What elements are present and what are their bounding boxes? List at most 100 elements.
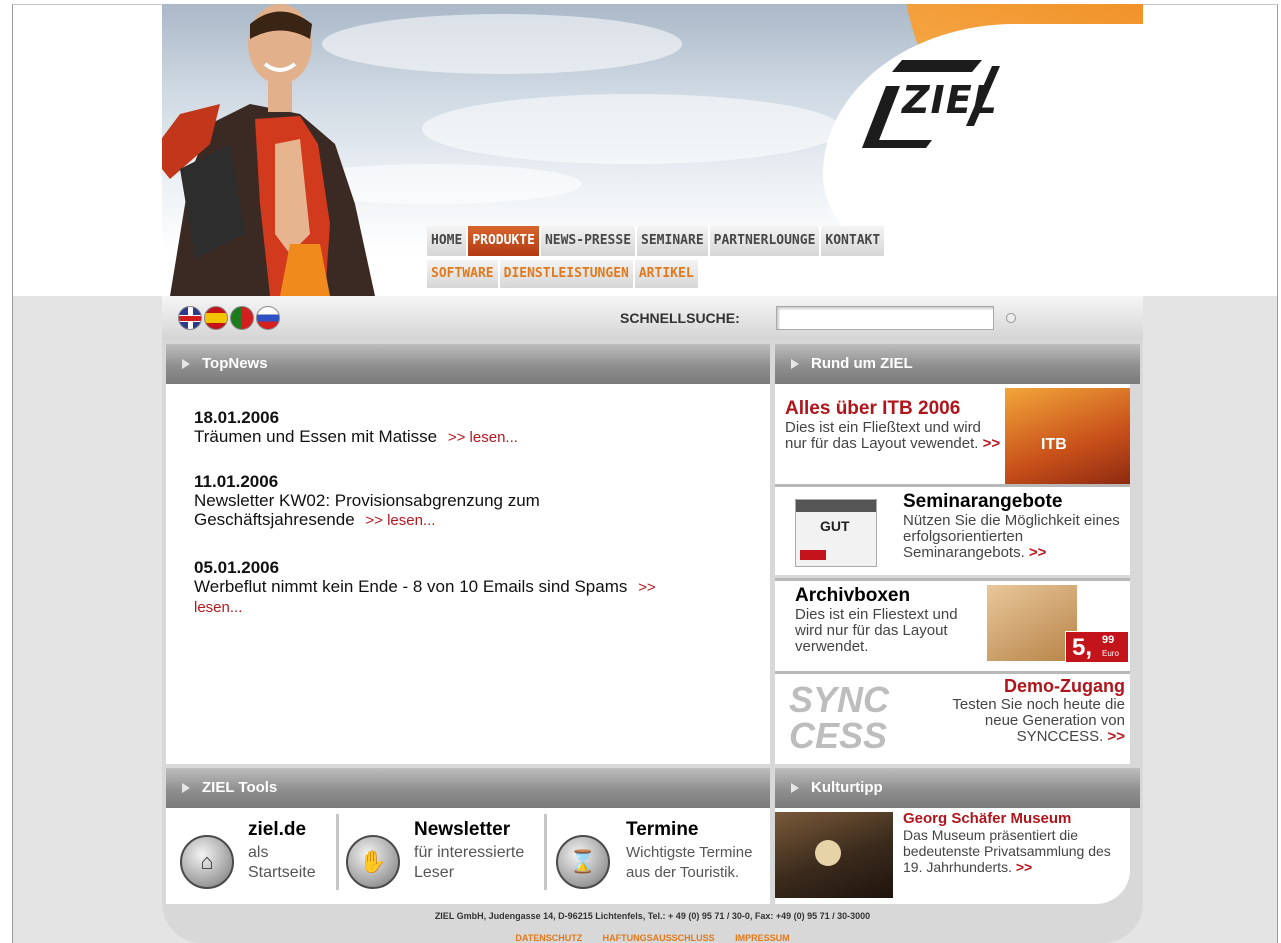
subnav-software[interactable]: SOFTWARE (427, 260, 500, 288)
tool-title: Newsletter (414, 819, 511, 840)
test-seal-red (800, 550, 826, 560)
promo-seminar[interactable]: GUT Seminarangebote Nützen Sie die Mögli… (775, 487, 1130, 575)
triangle-icon (791, 783, 799, 793)
footer-address: ZIEL GmbH, Judengasse 14, D-96215 Lichte… (434, 911, 871, 921)
promo-text-wrap: Testen Sie noch heute die neue Generatio… (925, 697, 1125, 745)
news-item: 18.01.2006 Träumen und Essen mit Matisse… (194, 408, 694, 447)
triangle-icon (182, 359, 190, 369)
promo-demo-body: Demo-Zugang Testen Sie noch heute die ne… (925, 676, 1125, 745)
promo-archivboxen[interactable]: Archivboxen Dies ist ein Fliestext und w… (775, 581, 1130, 671)
page: ZIEL HOME PRODUKTE NEWS-PRESSE SEMINARE … (162, 4, 1143, 943)
tool-text: für interessierte Leser (414, 844, 525, 881)
promo-more-link[interactable]: >> (1029, 544, 1047, 561)
triangle-icon (182, 783, 190, 793)
footer-link-impressum[interactable]: IMPRESSUM (735, 933, 790, 943)
price-unit: Euro (1102, 649, 1119, 658)
kultur-body: Georg Schäfer Museum Das Museum präsenti… (903, 810, 1128, 875)
cloud (422, 94, 842, 164)
tool-divider (336, 814, 339, 890)
price-main: 5, (1072, 634, 1093, 661)
tool-startseite[interactable]: ⌂ ziel.de als Startseite (180, 815, 340, 895)
news-item: 05.01.2006 Werbeflut nimmt kein Ende - 8… (194, 558, 694, 617)
spain-flag-icon[interactable] (204, 306, 228, 330)
tool-title: ziel.de (248, 819, 307, 840)
kultur-text-wrap: Das Museum präsentiert die bedeutenste P… (903, 827, 1128, 875)
topnews-header: TopNews (166, 344, 770, 384)
nav-news-presse[interactable]: NEWS-PRESSE (540, 226, 638, 256)
news-text: Werbeflut nimmt kein Ende - 8 von 10 Ema… (194, 577, 628, 596)
rund-um-header: Rund um ZIEL (775, 344, 1140, 384)
hourglass-glyph: ⌛ (569, 849, 597, 874)
ziel-logo[interactable]: ZIEL (862, 56, 1012, 156)
promo-title: Seminarangebote (903, 491, 1063, 512)
stiftung-warentest-image: GUT (795, 499, 877, 567)
promo-text: Dies ist ein Fließtext und wird nur für … (785, 419, 981, 452)
kultur-more-link[interactable]: >> (1016, 859, 1032, 875)
home-icon: ⌂ (180, 835, 234, 889)
test-seal-band (796, 500, 876, 512)
tool-divider (544, 814, 547, 890)
nav-home[interactable]: HOME (427, 226, 469, 256)
price-cents: 99 (1102, 634, 1115, 646)
museum-painting-image (775, 812, 893, 898)
itb-flags-image: ITB (1005, 388, 1130, 484)
footer-link-datenschutz[interactable]: DATENSCHUTZ (515, 933, 582, 943)
kultur-text: Das Museum präsentiert die bedeutenste P… (903, 827, 1111, 875)
promo-itb[interactable]: Alles über ITB 2006 Dies ist ein Fließte… (775, 384, 1130, 484)
language-flags (178, 306, 280, 330)
promo-itb-body: Alles über ITB 2006 Dies ist ein Fließte… (785, 398, 1005, 452)
news-read-more-link[interactable]: >> lesen... (365, 512, 435, 529)
russia-flag-icon[interactable] (256, 306, 280, 330)
search-go-icon[interactable] (1006, 313, 1016, 323)
news-read-more-link[interactable]: >> lesen... (448, 429, 518, 446)
news-item: 11.01.2006 Newsletter KW02: Provisionsab… (194, 472, 694, 530)
synccess-logo-image: SYNC CESS (789, 679, 890, 756)
rund-um-heading: Rund um ZIEL (811, 355, 913, 372)
nav-kontakt[interactable]: KONTAKT (821, 226, 887, 256)
tool-text: als Startseite (248, 844, 316, 881)
news-date: 11.01.2006 (194, 472, 279, 491)
subnav-artikel[interactable]: ARTIKEL (634, 260, 700, 288)
itb-image-text: ITB (1041, 436, 1067, 453)
promo-text: Dies ist ein Fliestext und wird nur für … (795, 606, 958, 655)
tool-text: Wichtigste Termine aus der Touristik. (626, 844, 753, 881)
search-input[interactable] (776, 306, 994, 330)
promo-seminar-body: Seminarangebote Nützen Sie die Möglichke… (903, 491, 1128, 561)
uk-flag-icon[interactable] (178, 306, 202, 330)
hourglass-icon: ⌛ (556, 835, 610, 889)
portugal-flag-icon[interactable] (230, 306, 254, 330)
businessman-image (162, 4, 375, 296)
nav-produkte[interactable]: PRODUKTE (468, 226, 541, 256)
sub-nav: SOFTWARE DIENSTLEISTUNGEN ARTIKEL (427, 260, 700, 288)
nav-seminare[interactable]: SEMINARE (637, 226, 710, 256)
logo-text: ZIEL (902, 78, 998, 122)
tool-newsletter[interactable]: ✋ Newsletter für interessierte Leser (346, 815, 536, 895)
promo-title: Demo-Zugang (1004, 676, 1125, 696)
price-badge: 5, 99 Euro (1065, 631, 1129, 663)
tools-header: ZIEL Tools (166, 768, 770, 808)
news-date: 05.01.2006 (194, 558, 280, 577)
promo-archiv-body: Archivboxen Dies ist ein Fliestext und w… (795, 585, 985, 655)
footer-link-haftungsausschluss[interactable]: HAFTUNGSAUSSCHLUSS (603, 933, 715, 943)
search-label: SCHNELLSUCHE: (620, 310, 740, 326)
hand-icon: ✋ (346, 835, 400, 889)
news-text: Träumen und Essen mit Matisse (194, 427, 438, 446)
search-bar: SCHNELLSUCHE: (162, 296, 1143, 340)
content-area: TopNews 18.01.2006 Träumen und Essen mit… (162, 340, 1143, 943)
header-banner: ZIEL HOME PRODUKTE NEWS-PRESSE SEMINARE … (162, 4, 1143, 296)
tools-heading: ZIEL Tools (202, 779, 278, 796)
kultur-heading: Kulturtipp (811, 779, 883, 796)
subnav-dienstleistungen[interactable]: DIENSTLEISTUNGEN (499, 260, 635, 288)
tool-title: Termine (626, 819, 699, 840)
nav-partnerlounge[interactable]: PARTNERLOUNGE (709, 226, 822, 256)
promo-demo[interactable]: SYNC CESS Demo-Zugang Testen Sie noch he… (775, 674, 1130, 764)
archive-box-image (987, 585, 1077, 661)
triangle-icon (791, 359, 799, 369)
promo-text-wrap: Dies ist ein Fließtext und wird nur für … (785, 420, 1005, 452)
hand-glyph: ✋ (359, 849, 387, 874)
promo-text: Nützen Sie die Möglichkeit eines erfolgs… (903, 512, 1120, 561)
promo-more-link[interactable]: >> (1107, 728, 1125, 745)
promo-more-link[interactable]: >> (983, 435, 1001, 452)
kultur-panel: Georg Schäfer Museum Das Museum präsenti… (775, 808, 1130, 904)
tool-termine[interactable]: ⌛ Termine Wichtigste Termine aus der Tou… (556, 815, 776, 895)
